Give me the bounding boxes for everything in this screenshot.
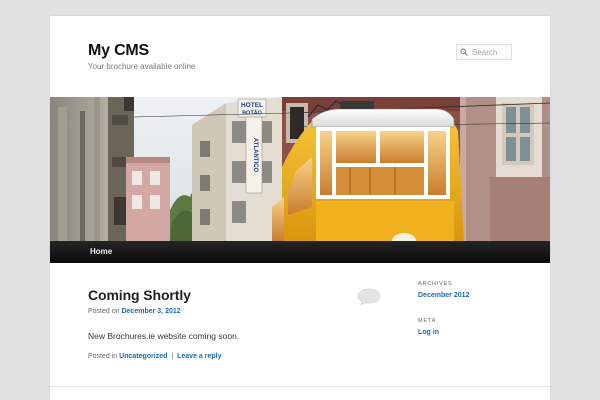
post-date-link[interactable]: December 3, 2012 <box>121 308 180 315</box>
category-link[interactable]: Uncategorized <box>119 353 167 360</box>
post-footer: Posted in Uncategorized | Leave a reply <box>88 353 221 360</box>
search-box[interactable] <box>456 44 512 60</box>
meta-link-log-in[interactable]: Log in <box>418 329 439 336</box>
nav-item-home[interactable]: Home <box>90 247 112 256</box>
post-title[interactable]: Coming Shortly <box>88 287 191 303</box>
content-divider <box>50 386 550 387</box>
archive-link-december-2012[interactable]: December 2012 <box>418 292 469 299</box>
leave-reply-link[interactable]: Leave a reply <box>177 353 221 360</box>
page-container: My CMS Your brochure available online Se… <box>50 16 550 400</box>
search-icon <box>460 48 468 56</box>
hotel-sign-vertical: ATLANTICO <box>252 138 258 173</box>
post-content: New Brochures.ie website coming soon. <box>88 331 240 341</box>
main-navigation: Home <box>50 241 550 263</box>
site-title[interactable]: My CMS <box>88 42 149 60</box>
footer-separator: | <box>171 353 174 360</box>
search-input[interactable] <box>472 46 512 58</box>
widget-title-meta: META <box>418 318 437 324</box>
comment-bubble-icon[interactable] <box>357 288 381 306</box>
post-meta: Posted on December 3, 2012 <box>88 308 181 315</box>
header-banner-image: HOTEL BOTÃO ATLANTICO <box>50 97 550 241</box>
hotel-sign-text: HOTEL <box>241 102 263 109</box>
site-description: Your brochure available online <box>88 62 196 71</box>
posted-on-label: Posted on <box>88 308 120 315</box>
posted-in-label: Posted in <box>88 353 118 360</box>
widget-title-archives: ARCHIVES <box>418 281 453 287</box>
hotel-sign-name: BOTÃO <box>242 110 263 117</box>
